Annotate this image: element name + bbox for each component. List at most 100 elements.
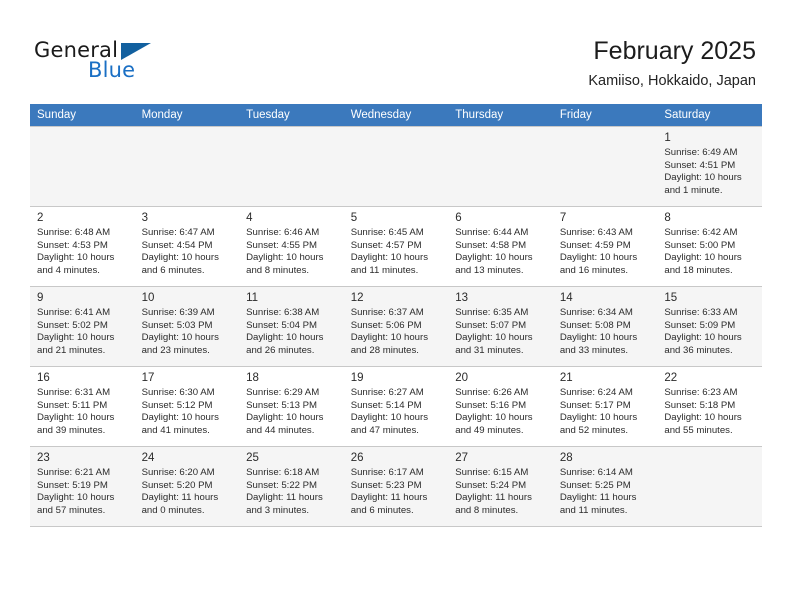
day-cell-content: 8 Sunrise: 6:42 AM Sunset: 5:00 PM Daylig… [657,207,762,286]
day-sun-details: Sunrise: 6:23 AM Sunset: 5:18 PM Dayligh… [664,387,742,436]
weekday-header-thursday: Thursday [448,104,553,127]
calendar-week-row: 2 Sunrise: 6:48 AM Sunset: 4:53 PM Daylig… [30,206,762,287]
calendar-cell-empty [552,126,658,207]
day-cell-content: 27 Sunrise: 6:15 AM Sunset: 5:24 PM Dayli… [448,447,553,526]
calendar-cell-empty [134,126,240,207]
day-cell-content: 4 Sunrise: 6:46 AM Sunset: 4:55 PM Daylig… [239,207,344,286]
day-sun-details: Sunrise: 6:44 AM Sunset: 4:58 PM Dayligh… [455,227,533,276]
calendar-day-cell[interactable]: 11 Sunrise: 6:38 AM Sunset: 5:04 PM Dayli… [239,286,344,367]
day-sun-details: Sunrise: 6:15 AM Sunset: 5:24 PM Dayligh… [455,467,532,516]
calendar-day-cell[interactable]: 20 Sunrise: 6:26 AM Sunset: 5:16 PM Dayli… [448,366,553,447]
day-cell-content: 15 Sunrise: 6:33 AM Sunset: 5:09 PM Dayli… [657,287,762,366]
day-cell-content [657,447,762,526]
calendar-day-cell[interactable]: 9 Sunrise: 6:41 AM Sunset: 5:02 PM Daylig… [30,286,135,367]
calendar-day-cell[interactable]: 22 Sunrise: 6:23 AM Sunset: 5:18 PM Dayli… [657,366,762,447]
calendar-day-cell[interactable]: 2 Sunrise: 6:48 AM Sunset: 4:53 PM Daylig… [30,206,135,287]
day-number: 25 [246,452,259,464]
calendar-cell-empty [657,446,762,527]
brand-logo[interactable]: General Blue [34,38,174,86]
day-cell-content [448,127,553,206]
day-cell-content [553,127,658,206]
calendar-day-cell[interactable]: 21 Sunrise: 6:24 AM Sunset: 5:17 PM Dayli… [552,366,658,447]
day-cell-content: 11 Sunrise: 6:38 AM Sunset: 5:04 PM Dayli… [239,287,344,366]
day-sun-details: Sunrise: 6:31 AM Sunset: 5:11 PM Dayligh… [37,387,115,436]
day-cell-content: 3 Sunrise: 6:47 AM Sunset: 4:54 PM Daylig… [135,207,240,286]
calendar-cell-empty [30,126,135,207]
calendar-day-cell[interactable]: 6 Sunrise: 6:44 AM Sunset: 4:58 PM Daylig… [448,206,553,287]
day-cell-content: 9 Sunrise: 6:41 AM Sunset: 5:02 PM Daylig… [30,287,135,366]
day-number: 5 [350,212,358,224]
calendar-day-cell[interactable]: 25 Sunrise: 6:18 AM Sunset: 5:22 PM Dayli… [239,446,344,527]
calendar-week-row: 16 Sunrise: 6:31 AM Sunset: 5:11 PM Dayli… [30,366,762,447]
day-number: 16 [37,372,50,384]
calendar-day-cell[interactable]: 23 Sunrise: 6:21 AM Sunset: 5:19 PM Dayli… [30,446,135,527]
day-cell-content [344,127,449,206]
day-number: 24 [141,452,155,464]
day-sun-details: Sunrise: 6:33 AM Sunset: 5:09 PM Dayligh… [664,307,742,356]
calendar-table: Sunday Monday Tuesday Wednesday Thursday… [30,104,762,527]
day-cell-content [239,127,344,206]
calendar-day-cell[interactable]: 12 Sunrise: 6:37 AM Sunset: 5:06 PM Dayli… [343,286,449,367]
calendar-week-row: 9 Sunrise: 6:41 AM Sunset: 5:02 PM Daylig… [30,286,762,367]
day-sun-details: Sunrise: 6:18 AM Sunset: 5:22 PM Dayligh… [246,467,323,516]
day-cell-content: 5 Sunrise: 6:45 AM Sunset: 4:57 PM Daylig… [344,207,449,286]
day-number: 22 [664,372,678,384]
calendar-day-cell[interactable]: 16 Sunrise: 6:31 AM Sunset: 5:11 PM Dayli… [30,366,135,447]
day-number: 17 [141,372,155,384]
day-cell-content: 6 Sunrise: 6:44 AM Sunset: 4:58 PM Daylig… [448,207,553,286]
calendar-day-cell[interactable]: 5 Sunrise: 6:45 AM Sunset: 4:57 PM Daylig… [343,206,449,287]
calendar-day-cell[interactable]: 3 Sunrise: 6:47 AM Sunset: 4:54 PM Daylig… [134,206,240,287]
day-number: 11 [246,292,259,304]
weekday-header-monday: Monday [134,104,240,127]
page-header: General Blue February 2025 Kamiiso, Hokk… [0,0,792,104]
calendar-cell-empty [239,126,344,207]
calendar-day-cell[interactable]: 24 Sunrise: 6:20 AM Sunset: 5:20 PM Dayli… [134,446,240,527]
day-number: 23 [37,452,50,464]
day-cell-content: 18 Sunrise: 6:29 AM Sunset: 5:13 PM Dayli… [239,367,344,446]
day-number: 2 [37,212,44,224]
calendar-header-row: Sunday Monday Tuesday Wednesday Thursday… [30,104,762,127]
day-sun-details: Sunrise: 6:24 AM Sunset: 5:17 PM Dayligh… [559,387,638,436]
calendar-day-cell[interactable]: 8 Sunrise: 6:42 AM Sunset: 5:00 PM Daylig… [657,206,762,287]
day-cell-content: 1 Sunrise: 6:49 AM Sunset: 4:51 PM Daylig… [657,127,762,206]
calendar-day-cell[interactable]: 13 Sunrise: 6:35 AM Sunset: 5:07 PM Dayli… [448,286,553,367]
day-number: 7 [559,212,567,224]
day-sun-details: Sunrise: 6:26 AM Sunset: 5:16 PM Dayligh… [455,387,533,436]
weekday-header-friday: Friday [552,104,658,127]
page-title: February 2025 [593,37,756,65]
day-number: 4 [246,212,253,224]
day-number: 3 [141,212,148,224]
day-cell-content: 26 Sunrise: 6:17 AM Sunset: 5:23 PM Dayli… [344,447,449,526]
day-cell-content: 2 Sunrise: 6:48 AM Sunset: 4:53 PM Daylig… [30,207,135,286]
day-number: 12 [350,292,364,304]
day-cell-content: 16 Sunrise: 6:31 AM Sunset: 5:11 PM Dayli… [30,367,135,446]
calendar-day-cell[interactable]: 10 Sunrise: 6:39 AM Sunset: 5:03 PM Dayli… [134,286,240,367]
day-cell-content: 23 Sunrise: 6:21 AM Sunset: 5:19 PM Dayli… [30,447,135,526]
title-block: February 2025 Kamiiso, Hokkaido, Japan [588,36,756,90]
day-cell-content [135,127,240,206]
day-number: 14 [559,292,573,304]
day-sun-details: Sunrise: 6:27 AM Sunset: 5:14 PM Dayligh… [350,387,429,436]
calendar-day-cell[interactable]: 7 Sunrise: 6:43 AM Sunset: 4:59 PM Daylig… [552,206,658,287]
calendar-day-cell[interactable]: 19 Sunrise: 6:27 AM Sunset: 5:14 PM Dayli… [343,366,449,447]
calendar-day-cell[interactable]: 27 Sunrise: 6:15 AM Sunset: 5:24 PM Dayli… [448,446,553,527]
weekday-header-wednesday: Wednesday [343,104,449,127]
day-cell-content: 28 Sunrise: 6:14 AM Sunset: 5:25 PM Dayli… [553,447,658,526]
calendar-day-cell[interactable]: 1 Sunrise: 6:49 AM Sunset: 4:51 PM Daylig… [657,126,762,207]
calendar-day-cell[interactable]: 15 Sunrise: 6:33 AM Sunset: 5:09 PM Dayli… [657,286,762,367]
calendar-cell-empty [343,126,449,207]
day-number: 19 [350,372,364,384]
calendar-day-cell[interactable]: 4 Sunrise: 6:46 AM Sunset: 4:55 PM Daylig… [239,206,344,287]
day-cell-content: 20 Sunrise: 6:26 AM Sunset: 5:16 PM Dayli… [448,367,553,446]
calendar-week-row: 1 Sunrise: 6:49 AM Sunset: 4:51 PM Daylig… [30,126,762,207]
calendar-day-cell[interactable]: 26 Sunrise: 6:17 AM Sunset: 5:23 PM Dayli… [343,446,449,527]
calendar-day-cell[interactable]: 14 Sunrise: 6:34 AM Sunset: 5:08 PM Dayli… [552,286,658,367]
calendar-day-cell[interactable]: 28 Sunrise: 6:14 AM Sunset: 5:25 PM Dayli… [552,446,658,527]
day-number: 20 [455,372,469,384]
brand-name-blue: Blue [88,58,136,82]
calendar-day-cell[interactable]: 18 Sunrise: 6:29 AM Sunset: 5:13 PM Dayli… [239,366,344,447]
calendar-body: 1 Sunrise: 6:49 AM Sunset: 4:51 PM Daylig… [30,126,762,527]
day-sun-details: Sunrise: 6:41 AM Sunset: 5:02 PM Dayligh… [37,307,115,356]
day-number: 18 [246,372,259,384]
calendar-day-cell[interactable]: 17 Sunrise: 6:30 AM Sunset: 5:12 PM Dayli… [134,366,240,447]
